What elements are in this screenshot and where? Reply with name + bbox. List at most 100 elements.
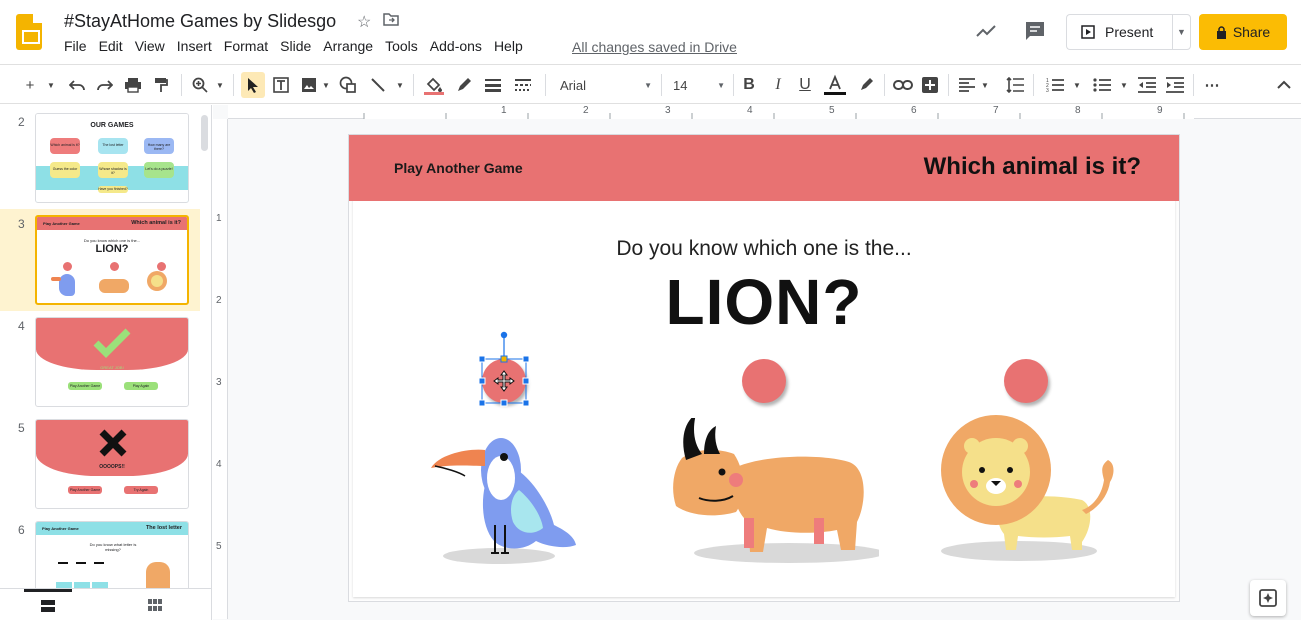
bulleted-list-dropdown[interactable]: ▼ bbox=[1118, 72, 1130, 98]
move-folder-icon[interactable] bbox=[383, 12, 400, 32]
slide-thumbnail-3[interactable]: 3 Play Another Game Which animal is it? … bbox=[0, 209, 200, 311]
new-slide-icon[interactable]: + bbox=[22, 72, 38, 98]
underline-icon[interactable]: U bbox=[797, 72, 813, 98]
menu-arrange[interactable]: Arrange bbox=[323, 38, 379, 54]
document-title[interactable]: #StayAtHome Games by Slidesgo bbox=[64, 11, 336, 32]
explore-icon bbox=[1259, 589, 1277, 607]
present-options-dropdown[interactable]: ▼ bbox=[1172, 14, 1191, 50]
decrease-indent-icon[interactable] bbox=[1137, 72, 1157, 98]
numbered-list-dropdown[interactable]: ▼ bbox=[1071, 72, 1083, 98]
thumb-game-button: Whose shadow is it? bbox=[98, 162, 128, 178]
bold-icon[interactable]: B bbox=[741, 72, 757, 98]
slide-thumbnail-4[interactable]: 4 GREAT JOB! Play Another Game Play Agai… bbox=[0, 311, 200, 413]
ruler-tick-label: 7 bbox=[993, 105, 999, 116]
zoom-dropdown[interactable]: ▼ bbox=[214, 72, 226, 98]
share-button[interactable]: Share bbox=[1199, 14, 1287, 50]
border-dash-icon[interactable] bbox=[513, 72, 533, 98]
font-size-select[interactable]: 14 ▼ bbox=[673, 73, 725, 97]
slide-filmstrip[interactable]: 2 OUR GAMES Which animal is it? The lost… bbox=[0, 105, 212, 588]
zoom-icon[interactable] bbox=[190, 72, 210, 98]
shape-icon[interactable] bbox=[338, 72, 358, 98]
undo-icon[interactable] bbox=[67, 72, 87, 98]
collapse-toolbar-icon[interactable] bbox=[1274, 72, 1294, 98]
activity-trend-icon[interactable] bbox=[975, 20, 997, 42]
slide-header-band[interactable]: Play Another Game Which animal is it? bbox=[349, 135, 1179, 201]
toolbar-divider bbox=[948, 74, 949, 96]
present-icon bbox=[1081, 25, 1095, 39]
thumb-header-left: Play Another Game bbox=[43, 221, 80, 226]
filmstrip-scrollbar[interactable] bbox=[201, 115, 208, 151]
ruler-tick-label: 1 bbox=[501, 105, 507, 116]
numbered-list-icon[interactable]: 123 bbox=[1045, 72, 1065, 98]
vertical-ruler[interactable]: 1 2 3 4 5 bbox=[213, 119, 228, 619]
add-comment-icon[interactable] bbox=[920, 72, 940, 98]
redo-icon[interactable] bbox=[95, 72, 115, 98]
save-status-link[interactable]: All changes saved in Drive bbox=[572, 39, 737, 55]
menu-view[interactable]: View bbox=[135, 38, 171, 54]
list-view-icon[interactable] bbox=[24, 589, 72, 620]
ruler-tick-label: 5 bbox=[216, 541, 222, 552]
filmstrip-footer bbox=[0, 588, 212, 620]
thumb-game-button: Guess the color bbox=[50, 162, 80, 178]
border-weight-icon[interactable] bbox=[483, 72, 503, 98]
line-spacing-icon[interactable] bbox=[1005, 72, 1025, 98]
bulleted-list-icon[interactable] bbox=[1092, 72, 1112, 98]
align-dropdown[interactable]: ▼ bbox=[979, 72, 991, 98]
new-slide-layout-dropdown[interactable]: ▼ bbox=[45, 72, 57, 98]
menu-tools[interactable]: Tools bbox=[385, 38, 424, 54]
italic-icon[interactable]: I bbox=[770, 72, 786, 98]
slides-logo-icon[interactable] bbox=[16, 14, 42, 50]
increase-indent-icon[interactable] bbox=[1165, 72, 1185, 98]
line-dropdown[interactable]: ▼ bbox=[394, 72, 406, 98]
selection-handles[interactable] bbox=[469, 325, 559, 407]
thumb-header-left: Play Another Game bbox=[42, 526, 79, 531]
paint-format-icon[interactable] bbox=[151, 72, 171, 98]
menu-slide[interactable]: Slide bbox=[280, 38, 317, 54]
border-color-icon[interactable] bbox=[454, 72, 474, 98]
menu-edit[interactable]: Edit bbox=[99, 38, 129, 54]
slide-number: 4 bbox=[18, 319, 25, 333]
lion-choice-dot[interactable] bbox=[1004, 359, 1048, 403]
link-icon[interactable] bbox=[892, 72, 914, 98]
question-text[interactable]: Do you know which one is the... bbox=[349, 237, 1179, 261]
menu-file[interactable]: File bbox=[64, 38, 93, 54]
explore-button[interactable] bbox=[1250, 580, 1286, 616]
thumb-game-button: How many are there? bbox=[144, 138, 174, 154]
highlight-icon[interactable] bbox=[856, 72, 876, 98]
rhino-illustration[interactable] bbox=[664, 418, 879, 568]
slide-number: 2 bbox=[18, 115, 25, 129]
menu-format[interactable]: Format bbox=[224, 38, 274, 54]
rhino-choice-dot[interactable] bbox=[742, 359, 786, 403]
current-slide[interactable]: Play Another Game Which animal is it? Do… bbox=[349, 135, 1179, 601]
toolbar-divider bbox=[1193, 74, 1194, 96]
comment-icon[interactable] bbox=[1024, 20, 1046, 42]
print-icon[interactable] bbox=[123, 72, 143, 98]
slide-thumbnail-2[interactable]: 2 OUR GAMES Which animal is it? The lost… bbox=[0, 107, 200, 209]
present-button[interactable]: Present bbox=[1066, 14, 1172, 50]
thumb-btn-play-again: Play Again bbox=[124, 382, 158, 390]
more-options-icon[interactable]: ⋯ bbox=[1202, 72, 1222, 98]
ruler-tick-label: 4 bbox=[216, 459, 222, 470]
font-family-select[interactable]: Arial ▼ bbox=[560, 73, 652, 97]
slide-thumbnail-6[interactable]: 6 Play Another Game The lost letter Do y… bbox=[0, 515, 200, 588]
grid-view-icon[interactable] bbox=[140, 595, 170, 615]
menu-addons[interactable]: Add-ons bbox=[430, 38, 488, 54]
slide-thumbnail-5[interactable]: 5 OOOOPS!! Play Another Game Try Again bbox=[0, 413, 200, 515]
play-another-game-link[interactable]: Play Another Game bbox=[394, 160, 523, 176]
text-color-icon[interactable] bbox=[824, 72, 846, 98]
select-cursor-icon[interactable] bbox=[241, 72, 265, 98]
lion-illustration[interactable] bbox=[934, 410, 1124, 570]
menu-help[interactable]: Help bbox=[494, 38, 529, 54]
toucan-illustration[interactable] bbox=[429, 430, 579, 570]
slide-title[interactable]: Which animal is it? bbox=[924, 153, 1141, 181]
line-icon[interactable] bbox=[368, 72, 388, 98]
image-dropdown[interactable]: ▼ bbox=[320, 72, 332, 98]
fill-color-icon[interactable] bbox=[423, 72, 445, 98]
text-box-icon[interactable] bbox=[271, 72, 291, 98]
slide-number: 6 bbox=[18, 523, 25, 537]
insert-image-icon[interactable] bbox=[299, 72, 319, 98]
horizontal-ruler[interactable]: 1 2 3 4 5 6 7 8 9 bbox=[228, 105, 1301, 119]
align-icon[interactable] bbox=[957, 72, 977, 98]
menu-insert[interactable]: Insert bbox=[177, 38, 218, 54]
star-icon[interactable]: ☆ bbox=[357, 12, 371, 32]
